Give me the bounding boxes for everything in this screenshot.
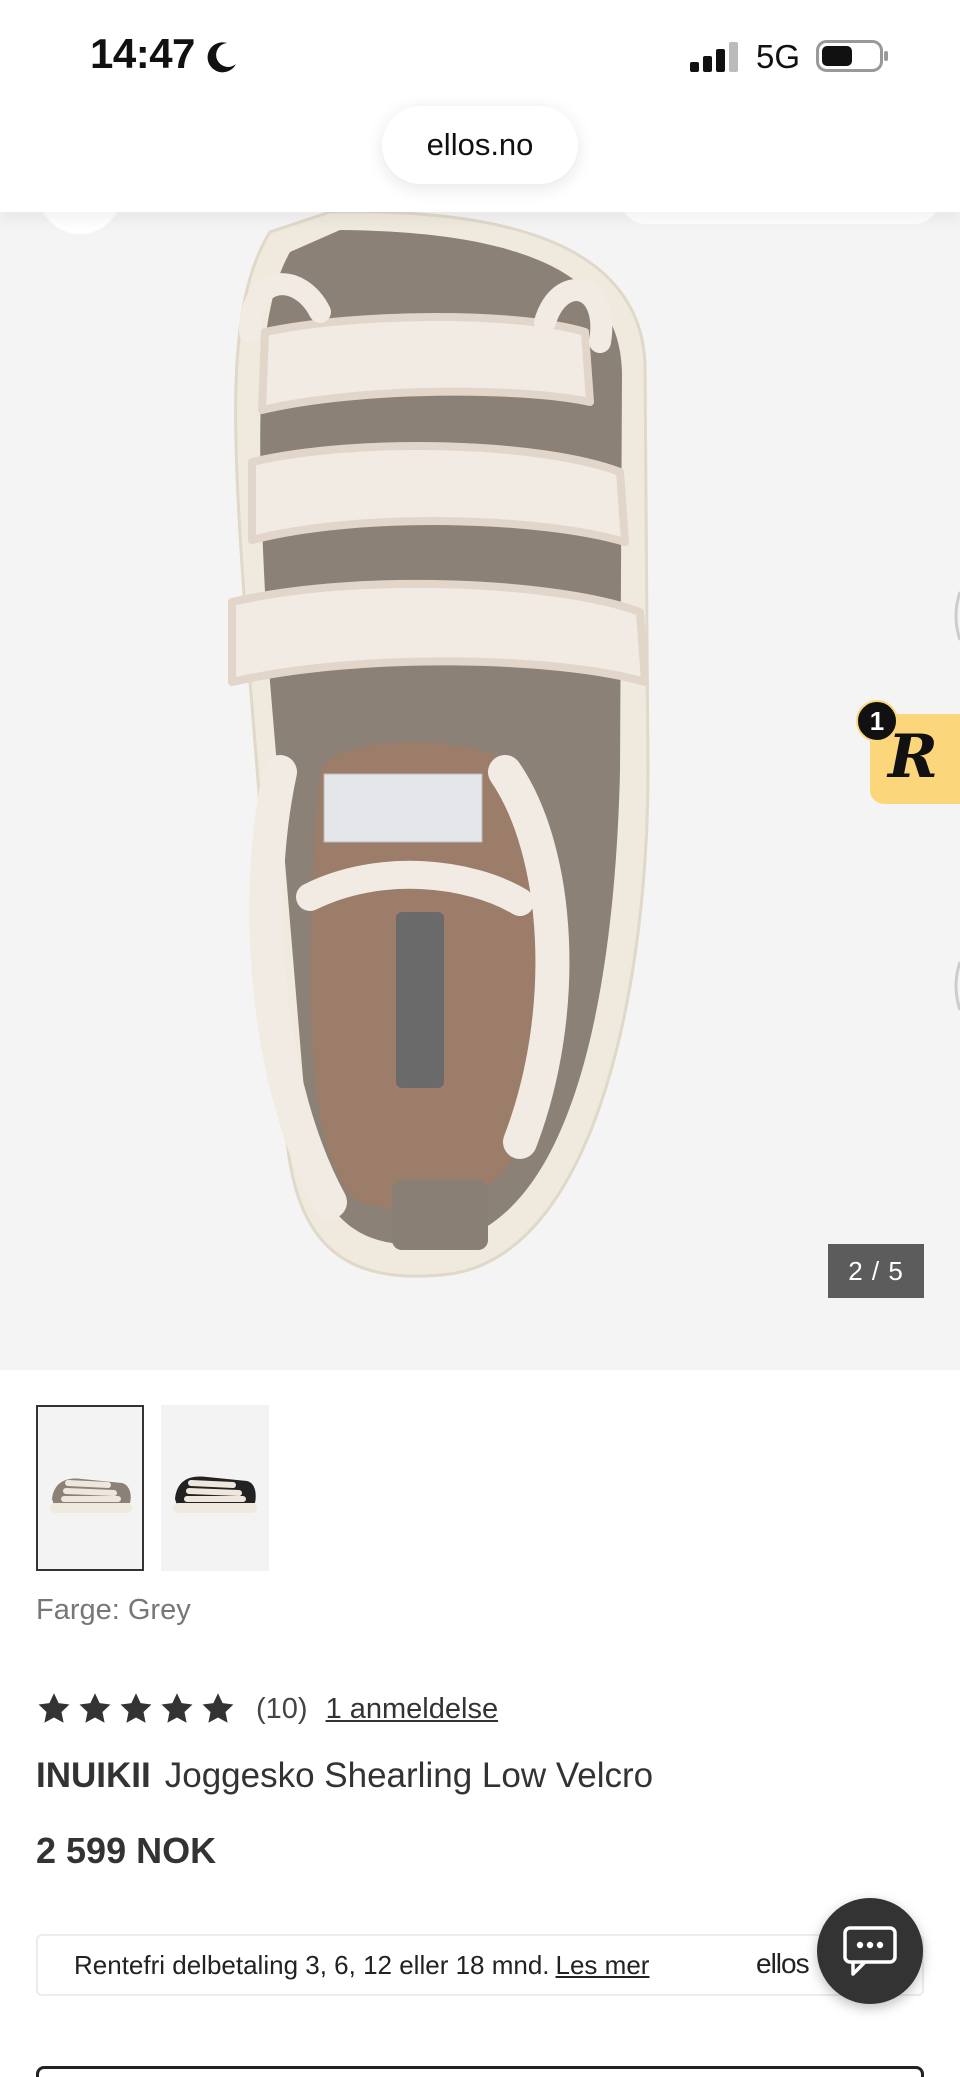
star-icon bbox=[161, 1693, 193, 1723]
star-icon bbox=[120, 1693, 152, 1723]
thumbnail-black[interactable] bbox=[161, 1405, 269, 1571]
finance-banner: Rentefri delbetaling 3, 6, 12 eller 18 m… bbox=[36, 1934, 924, 1996]
moon-icon bbox=[207, 42, 236, 73]
battery-icon bbox=[816, 40, 888, 72]
chat-button[interactable] bbox=[817, 1898, 923, 2004]
url-pill[interactable]: ellos.no bbox=[382, 106, 578, 184]
ellos-logo: ellos bbox=[756, 1948, 810, 1979]
product-title: INUIKII Joggesko Shearling Low Velcro bbox=[36, 1756, 653, 1796]
product-price: 2 599 NOK bbox=[36, 1830, 217, 1871]
finance-read-more-link[interactable]: Les mer bbox=[556, 1950, 650, 1980]
finance-description: Rentefri delbetaling 3, 6, 12 eller 18 m… bbox=[74, 1950, 550, 1980]
r-logo-icon: R bbox=[888, 722, 938, 792]
color-label: Farge: Grey bbox=[36, 1594, 191, 1626]
star-icon bbox=[38, 1693, 70, 1723]
gallery-counter: 2 / 5 bbox=[828, 1244, 924, 1298]
signal-icon bbox=[690, 42, 738, 72]
chat-bubble-icon bbox=[843, 1926, 897, 1976]
network-type: 5G bbox=[756, 38, 801, 75]
product-image-gallery[interactable]: 1 bbox=[0, 212, 960, 1370]
finance-text: Rentefri delbetaling 3, 6, 12 eller 18 m… bbox=[74, 1950, 649, 1981]
product-name: Joggesko Shearling Low Velcro bbox=[164, 1756, 654, 1795]
badge-count-overlay: 1 bbox=[856, 700, 898, 742]
product-main-image bbox=[43, 212, 960, 1278]
status-time: 14:47 bbox=[90, 30, 195, 77]
thumbnail-grey[interactable] bbox=[36, 1405, 144, 1571]
browser-url-bar: ellos.no bbox=[0, 106, 960, 212]
reviews-link[interactable]: 1 anmeldelse bbox=[326, 1693, 499, 1726]
status-bar: 14:47 5G bbox=[0, 0, 960, 106]
star-icon bbox=[202, 1693, 234, 1723]
rating-row: (10) 1 anmeldelse bbox=[36, 1684, 498, 1734]
product-brand[interactable]: INUIKII bbox=[36, 1756, 151, 1795]
star-icon bbox=[79, 1693, 111, 1723]
thumbnail-grey-shoe-icon bbox=[50, 1478, 132, 1513]
thumbnail-black-shoe-icon bbox=[173, 1476, 257, 1513]
rating-count: (10) bbox=[256, 1692, 308, 1725]
star-rating bbox=[36, 1691, 236, 1727]
bottom-action-button[interactable] bbox=[36, 2066, 924, 2077]
